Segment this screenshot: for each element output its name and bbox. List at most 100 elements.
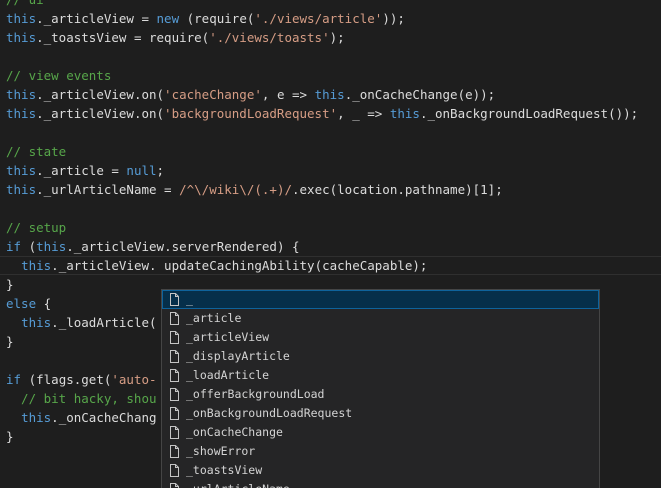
suggestion-item[interactable]: _article bbox=[162, 309, 599, 328]
code-text: } bbox=[6, 277, 14, 292]
code-text: ._article = bbox=[36, 163, 127, 178]
code-keyword: this bbox=[389, 106, 420, 121]
code-line[interactable]: if (this._articleView.serverRendered) { bbox=[6, 237, 661, 256]
code-line[interactable]: // setup bbox=[6, 218, 661, 237]
code-text: ._loadArticle( bbox=[51, 315, 157, 330]
code-line[interactable]: this._toastsView = require('./views/toas… bbox=[6, 28, 661, 47]
code-line[interactable]: this._article = null; bbox=[6, 161, 661, 180]
code-comment: // setup bbox=[6, 220, 67, 235]
suggestion-item[interactable]: _onBackgroundLoadRequest bbox=[162, 404, 599, 423]
suggestion-label: _onCacheChange bbox=[186, 425, 283, 439]
suggestion-item[interactable]: _onCacheChange bbox=[162, 423, 599, 442]
code-line[interactable]: this._articleView = new (require('./view… bbox=[6, 9, 661, 28]
code-line[interactable] bbox=[6, 47, 661, 66]
suggestion-item[interactable]: _displayArticle bbox=[162, 347, 599, 366]
suggestion-item[interactable]: _articleView bbox=[162, 328, 599, 347]
code-keyword: if bbox=[6, 372, 22, 387]
autocomplete-widget[interactable]: _ _article _articleView _displayArticle _loa… bbox=[161, 289, 600, 488]
code-comment: // ui bbox=[6, 0, 44, 7]
suggestion-label: _articleView bbox=[186, 330, 270, 344]
code-keyword: this bbox=[6, 106, 37, 121]
suggestion-item[interactable]: _toastsView bbox=[162, 461, 599, 480]
code-editor[interactable]: // uithis._articleView = new (require('.… bbox=[0, 0, 661, 488]
suggestion-label: _toastsView bbox=[186, 463, 263, 477]
suggestion-item[interactable]: _offerBackgroundLoad bbox=[162, 385, 599, 404]
code-text: ._articleView. updateCachingAbility(cach… bbox=[51, 258, 428, 273]
code-string: 'auto- bbox=[111, 372, 157, 387]
code-text: ._urlArticleName = bbox=[36, 182, 180, 197]
file-icon bbox=[166, 293, 182, 306]
code-text: , e => bbox=[261, 87, 315, 102]
code-keyword: this bbox=[6, 87, 37, 102]
code-text: )); bbox=[382, 11, 405, 26]
code-keyword: else bbox=[6, 296, 37, 311]
code-string: 'cacheChange' bbox=[164, 87, 262, 102]
code-string: 'backgroundLoadRequest' bbox=[164, 106, 338, 121]
code-string: './views/article' bbox=[254, 11, 383, 26]
code-text: } bbox=[6, 429, 14, 444]
code-keyword: this bbox=[6, 163, 37, 178]
code-text: ._toastsView = require( bbox=[36, 30, 210, 45]
code-text: ._onCacheChange(e)); bbox=[344, 87, 496, 102]
code-keyword: this bbox=[21, 410, 52, 425]
code-text: ._articleView = bbox=[36, 11, 157, 26]
code-text: ._articleView.on( bbox=[36, 106, 165, 121]
code-text: ; bbox=[156, 163, 165, 178]
code-text: ._articleView.serverRendered) { bbox=[66, 239, 300, 254]
code-text: ._onBackgroundLoadRequest()); bbox=[419, 106, 639, 121]
code-line[interactable]: // view events bbox=[6, 66, 661, 85]
code-text: , _ => bbox=[337, 106, 390, 121]
code-line[interactable]: this._articleView.on('backgroundLoadRequ… bbox=[6, 104, 661, 123]
code-keyword: this bbox=[6, 30, 37, 45]
code-keyword: this bbox=[21, 315, 52, 330]
file-icon bbox=[166, 369, 182, 382]
suggestion-item[interactable]: _ bbox=[162, 290, 599, 309]
file-icon bbox=[166, 331, 182, 344]
code-line[interactable] bbox=[6, 123, 661, 142]
code-line[interactable]: this._articleView.on('cacheChange', e =>… bbox=[6, 85, 661, 104]
code-line[interactable]: this._urlArticleName = /^\/wiki\/(.+)/.e… bbox=[6, 180, 661, 199]
code-line[interactable]: // state bbox=[6, 142, 661, 161]
suggestion-label: _article bbox=[186, 311, 242, 325]
code-text: .exec(location.pathname)[1]; bbox=[292, 182, 503, 197]
code-comment: // bit hacky, shou bbox=[6, 391, 157, 406]
code-comment: // view events bbox=[6, 68, 112, 83]
file-icon bbox=[166, 464, 182, 477]
suggestion-item[interactable]: _showError bbox=[162, 442, 599, 461]
suggestion-label: _showError bbox=[186, 444, 256, 458]
code-text: (require( bbox=[179, 11, 255, 26]
code-text: ._articleView.on( bbox=[36, 87, 165, 102]
file-icon bbox=[166, 445, 182, 458]
code-string: './views/toasts' bbox=[209, 30, 330, 45]
suggestion-label: _onBackgroundLoadRequest bbox=[186, 406, 353, 420]
file-icon bbox=[166, 350, 182, 363]
code-text: } bbox=[6, 334, 14, 349]
suggestion-label: _displayArticle bbox=[186, 349, 290, 363]
code-line[interactable]: // ui bbox=[6, 0, 661, 9]
suggestion-label: _offerBackgroundLoad bbox=[186, 387, 325, 401]
code-keyword: this bbox=[6, 182, 37, 197]
code-keyword: this bbox=[36, 239, 67, 254]
code-text: { bbox=[36, 296, 52, 311]
code-keyword: new bbox=[156, 11, 180, 26]
code-keyword: if bbox=[6, 239, 22, 254]
code-keyword: this bbox=[314, 87, 345, 102]
suggestion-item[interactable]: _urlArticleName bbox=[162, 480, 599, 488]
code-line[interactable] bbox=[6, 199, 661, 218]
code-text: ); bbox=[329, 30, 345, 45]
code-text: (flags.get( bbox=[21, 372, 112, 387]
suggestion-item[interactable]: _loadArticle bbox=[162, 366, 599, 385]
suggestion-label: _urlArticleName bbox=[186, 480, 290, 488]
file-icon bbox=[166, 312, 182, 325]
file-icon bbox=[166, 483, 182, 488]
file-icon bbox=[166, 388, 182, 401]
file-icon bbox=[166, 426, 182, 439]
suggestion-label: _loadArticle bbox=[186, 368, 270, 382]
code-keyword: null bbox=[126, 163, 157, 178]
file-icon bbox=[166, 407, 182, 420]
code-comment: // state bbox=[6, 144, 67, 159]
current-code-line[interactable]: this._articleView. updateCachingAbility(… bbox=[0, 256, 661, 275]
